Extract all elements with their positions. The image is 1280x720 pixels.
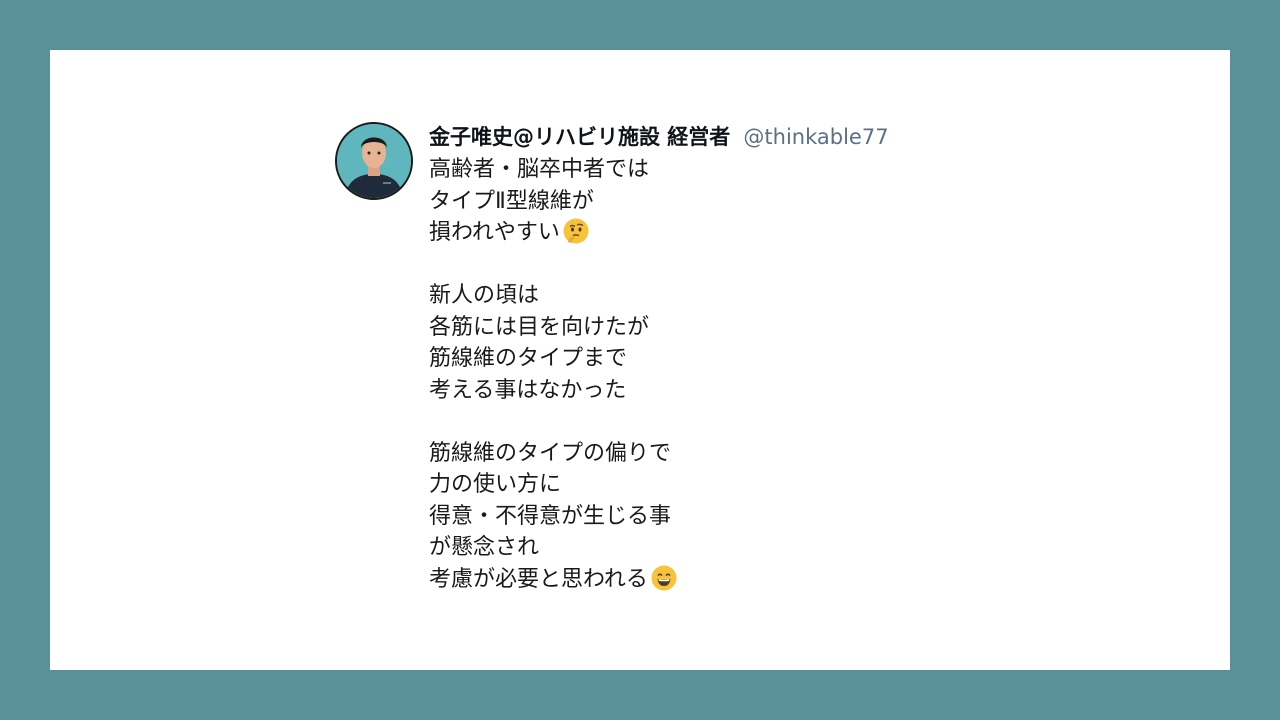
tweet-line: が懸念され (429, 535, 540, 560)
tweet-card: 金子唯史@リハビリ施設 経営者 @thinkable77 高齢者・脳卒中者では … (50, 50, 1230, 670)
tweet-line (429, 249, 1029, 281)
tweet-line: 考慮が必要と思われる (429, 564, 1029, 596)
tweet-text: 高齢者・脳卒中者では タイプⅡ型線維が 損われやすい 新人の頃は 各筋には目を向… (429, 154, 1029, 595)
tweet-line: 力の使い方に (429, 472, 562, 497)
grinning-face-icon (651, 565, 677, 590)
tweet-line: 高齢者・脳卒中者では (429, 157, 650, 182)
author-handle[interactable]: @thinkable77 (743, 125, 888, 149)
tweet-line: 損われやすい (429, 217, 1029, 249)
tweet-content: 金子唯史@リハビリ施設 経営者 @thinkable77 高齢者・脳卒中者では … (429, 122, 1029, 595)
tweet-line (429, 406, 1029, 438)
avatar-image (337, 124, 411, 198)
tweet-line: 新人の頃は (429, 283, 540, 308)
thinking-face-icon (563, 218, 589, 244)
tweet-header: 金子唯史@リハビリ施設 経営者 @thinkable77 (429, 122, 1029, 152)
tweet-line: 考える事はなかった (429, 377, 627, 403)
tweet-line: 得意・不得意が生じる事 (429, 503, 672, 529)
author-name[interactable]: 金子唯史@リハビリ施設 経営者 (429, 125, 730, 149)
tweet-line: 筋線維のタイプまで (429, 346, 628, 371)
tweet-line: タイプⅡ型線維が (429, 188, 594, 214)
tweet-line: 各筋には目を向けたが (429, 314, 650, 340)
tweet-line: 筋線維のタイプの偏りで (429, 440, 672, 466)
avatar[interactable] (335, 122, 413, 200)
